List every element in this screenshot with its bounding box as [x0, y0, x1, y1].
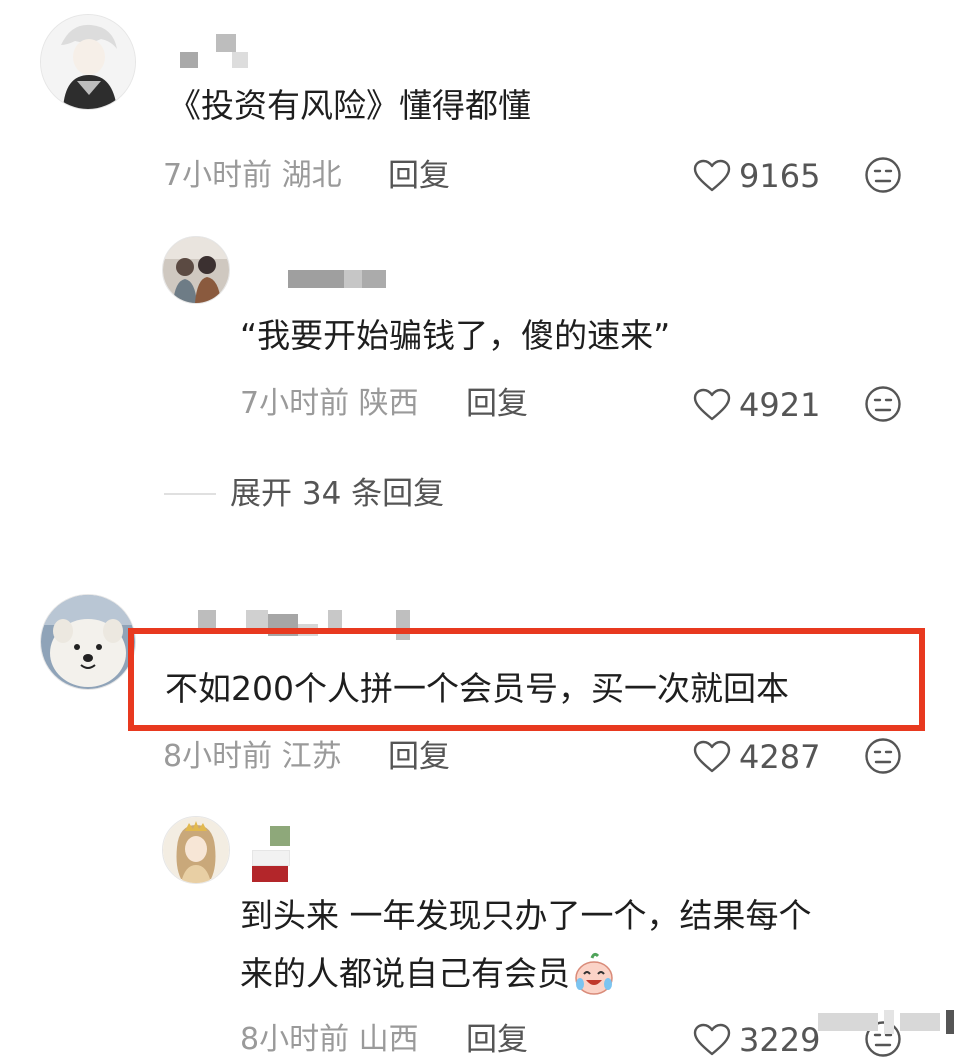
expand-divider [164, 493, 216, 495]
crying-laughing-emoji-icon [575, 952, 613, 995]
expand-replies-button[interactable]: 展开 34 条回复 [230, 476, 444, 512]
username-obscured[interactable] [288, 268, 398, 298]
meh-face-icon[interactable] [864, 156, 902, 194]
avatar[interactable] [40, 594, 136, 690]
username-obscured[interactable] [180, 34, 260, 68]
reply-time: 7小时前 陕西 [240, 386, 419, 421]
heart-outline-icon [693, 159, 731, 192]
heart-outline-icon [693, 388, 731, 421]
reply-text-line2-row: 来的人都说自己有会员 [240, 952, 616, 996]
reply-button[interactable]: 回复 [466, 386, 528, 422]
comment-text: 《投资有风险》懂得都懂 [168, 86, 531, 125]
meh-face-icon[interactable] [864, 737, 902, 775]
comment-text: 不如200个人拼一个会员号，买一次就回本 [165, 669, 789, 708]
like-count: 4287 [739, 738, 821, 776]
username-obscured[interactable] [250, 826, 300, 884]
avatar[interactable] [162, 236, 230, 304]
like-count: 4921 [739, 386, 821, 424]
reply-button[interactable]: 回复 [388, 158, 450, 194]
comment-time: 7小时前 湖北 [163, 158, 342, 193]
like-count: 9165 [739, 157, 821, 195]
like-button[interactable]: 4921 [693, 385, 820, 425]
reply-button[interactable]: 回复 [388, 739, 450, 775]
like-button[interactable]: 3229 [693, 1020, 820, 1060]
avatar[interactable] [162, 816, 230, 884]
watermark [818, 1010, 954, 1034]
heart-outline-icon [693, 1023, 731, 1056]
reply-text-line2: 来的人都说自己有会员 [240, 954, 570, 993]
heart-outline-icon [693, 740, 731, 773]
like-button[interactable]: 9165 [693, 156, 820, 196]
like-button[interactable]: 4287 [693, 737, 820, 777]
reply-time: 8小时前 山西 [240, 1022, 419, 1057]
like-count: 3229 [739, 1021, 821, 1059]
meh-face-icon[interactable] [864, 385, 902, 423]
reply-text: “我要开始骗钱了，傻的速来” [240, 316, 671, 355]
reply-button[interactable]: 回复 [466, 1022, 528, 1058]
reply-text-line1: 到头来 一年发现只办了一个，结果每个 [240, 896, 812, 935]
avatar[interactable] [40, 14, 136, 110]
comment-time: 8小时前 江苏 [163, 739, 342, 774]
